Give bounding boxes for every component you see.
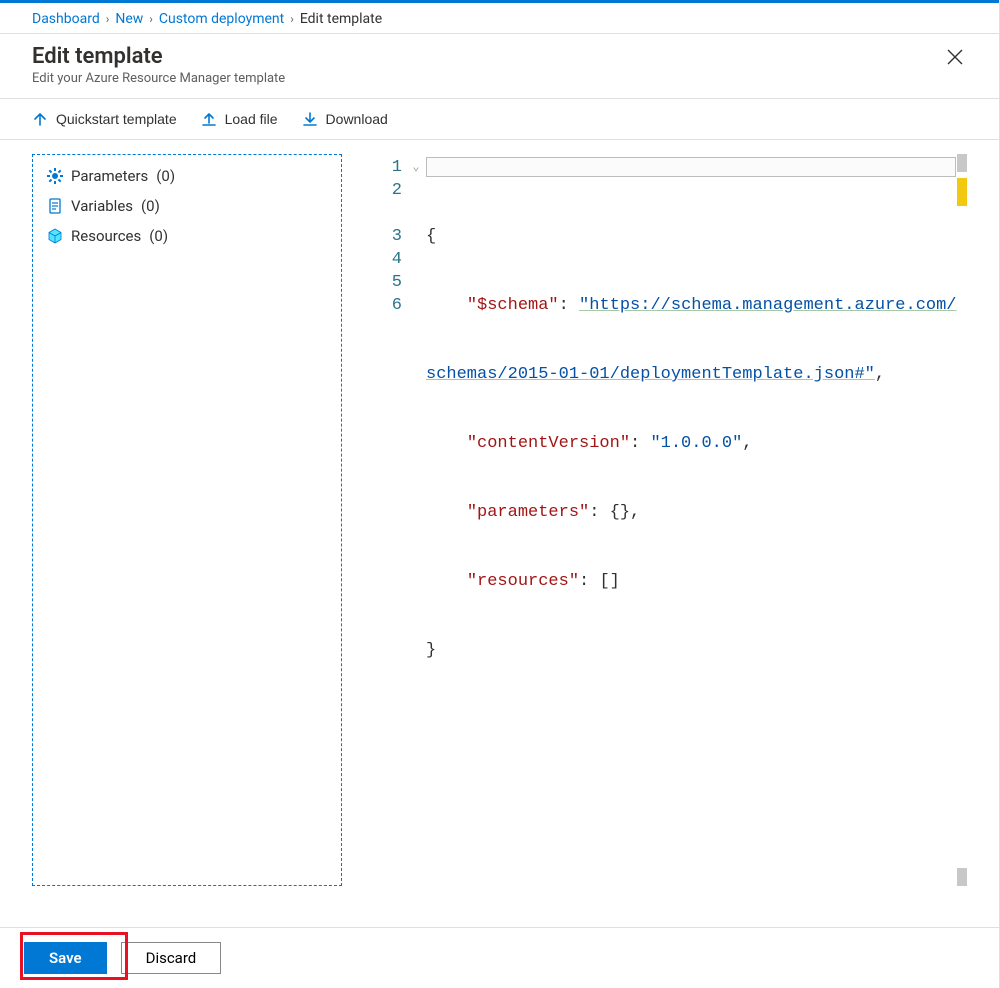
code-editor[interactable]: 1 2 3 4 5 6 ⌄ { "$schema": "https://sche… [362,154,967,886]
tree-variables-count: (0) [141,197,160,215]
upload-icon [201,111,217,127]
close-button[interactable] [943,44,967,72]
download-icon [302,111,318,127]
load-file-button[interactable]: Load file [201,109,278,129]
editor-fold-column: ⌄ [406,154,426,886]
quickstart-template-label: Quickstart template [56,111,177,127]
tree-parameters-count: (0) [156,167,175,185]
tree-resources-label: Resources [71,227,141,245]
close-icon [947,49,963,65]
chevron-right-icon: › [149,12,153,26]
tree-item-parameters[interactable]: Parameters (0) [45,161,329,191]
discard-button[interactable]: Discard [121,942,222,974]
breadcrumb: Dashboard › New › Custom deployment › Ed… [0,3,999,33]
page-title: Edit template [32,44,285,69]
scrollbar-bottom-stub[interactable] [957,868,967,886]
chevron-right-icon: › [106,12,110,26]
tree-resources-count: (0) [149,227,168,245]
fold-toggle-icon[interactable]: ⌄ [406,156,426,179]
footer: Save Discard [0,927,999,988]
scrollbar-top-stub[interactable] [957,154,967,172]
page-subtitle: Edit your Azure Resource Manager templat… [32,71,285,86]
editor-gutter: 1 2 3 4 5 6 [362,154,406,886]
tree-item-resources[interactable]: Resources (0) [45,221,329,251]
tree-parameters-label: Parameters [71,167,148,185]
editor-content[interactable]: { "$schema": "https://schema.management.… [426,154,967,886]
save-button[interactable]: Save [24,942,107,974]
tree-variables-label: Variables [71,197,133,215]
arrow-up-icon [32,111,48,127]
minimap-highlight [957,178,967,206]
quickstart-template-button[interactable]: Quickstart template [32,109,177,129]
download-button[interactable]: Download [302,109,388,129]
cube-icon [47,228,63,244]
breadcrumb-dashboard[interactable]: Dashboard [32,11,100,27]
download-label: Download [326,111,388,127]
breadcrumb-custom-deployment[interactable]: Custom deployment [159,11,284,27]
breadcrumb-new[interactable]: New [115,11,143,27]
gear-icon [47,168,63,184]
document-icon [47,198,63,214]
breadcrumb-current: Edit template [300,11,382,27]
template-tree: Parameters (0) Variables (0) Resources (… [32,154,342,886]
load-file-label: Load file [225,111,278,127]
editor-selection [426,157,956,177]
chevron-right-icon: › [290,12,294,26]
toolbar: Quickstart template Load file Download [0,98,999,140]
tree-item-variables[interactable]: Variables (0) [45,191,329,221]
